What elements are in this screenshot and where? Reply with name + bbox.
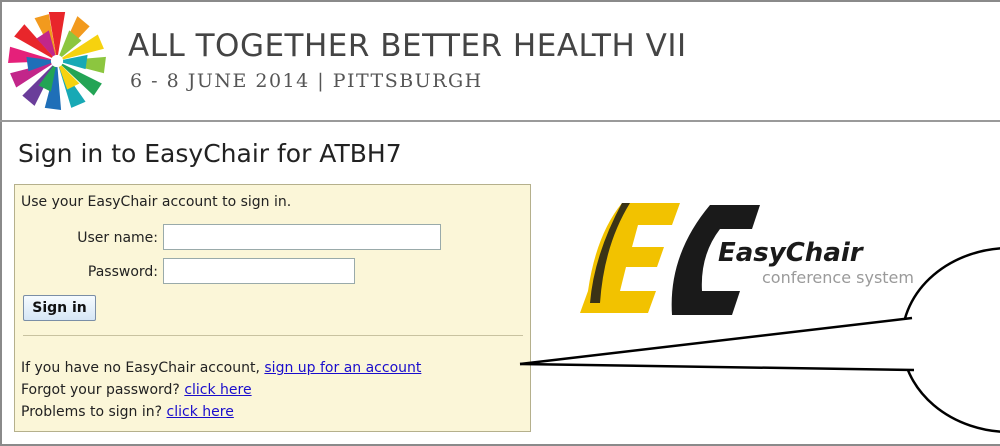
forgot-password-text: Forgot your password? [21,382,180,398]
problems-link[interactable]: click here [167,404,234,420]
username-label: User name: [77,230,158,246]
easychair-logo-icon: EasyChair conference system [580,203,914,315]
sign-in-button[interactable]: Sign in [23,295,96,321]
event-date-location: 6 - 8 JUNE 2014 | PITTSBURGH [130,70,483,92]
event-header: ALL TOGETHER BETTER HEALTH VII 6 - 8 JUN… [0,0,1000,122]
easychair-tagline: conference system [762,268,914,287]
password-label: Password: [87,264,158,280]
signin-intro: Use your EasyChair account to sign in. [21,194,292,210]
no-account-text: If you have no EasyChair account, [21,360,260,376]
easychair-wordmark: EasyChair [718,238,865,268]
divider [23,335,523,336]
page-title: Sign in to EasyChair for ATBH7 [18,139,402,168]
problems-text: Problems to sign in? [21,404,163,420]
forgot-password-line: Forgot your password? click here [21,382,252,398]
username-input[interactable] [163,224,441,250]
problems-line: Problems to sign in? click here [21,404,234,420]
password-input[interactable] [163,258,355,284]
sign-up-link[interactable]: sign up for an account [264,360,421,376]
starburst-logo-icon [8,12,106,110]
signin-panel: Use your EasyChair account to sign in. U… [14,184,531,432]
event-title: ALL TOGETHER BETTER HEALTH VII [128,28,687,64]
no-account-line: If you have no EasyChair account, sign u… [21,360,421,376]
forgot-password-link[interactable]: click here [184,382,251,398]
